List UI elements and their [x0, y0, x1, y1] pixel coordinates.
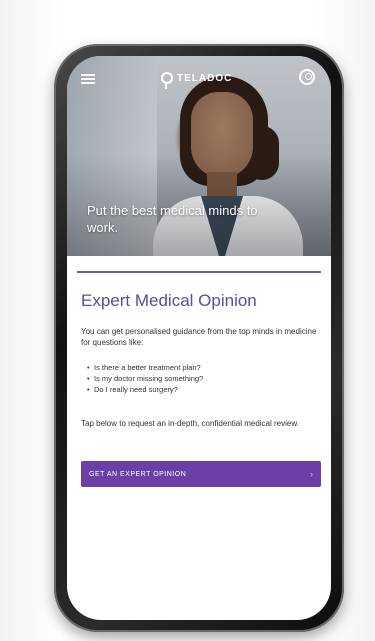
cta-label: GET AN EXPERT OPINION	[89, 470, 187, 478]
list-item: Do I really need surgery?	[87, 384, 313, 395]
page-title: Expert Medical Opinion	[81, 291, 257, 310]
brand-logo[interactable]: TELADOC	[161, 70, 233, 89]
list-item: Is my doctor missing something?	[87, 373, 313, 384]
hamburger-menu-icon[interactable]	[81, 74, 95, 84]
user-account-icon[interactable]	[299, 69, 315, 85]
get-expert-opinion-button[interactable]: GET AN EXPERT OPINION ›	[81, 461, 321, 487]
hero-caption: Put the best medical minds to work.	[87, 203, 258, 235]
list-item: Is there a better treatment plan?	[87, 362, 313, 373]
teladoc-logo-icon	[161, 72, 173, 89]
top-bar: TELADOC	[67, 56, 331, 96]
intro-text: You can get personalised guidance from t…	[81, 327, 317, 347]
phone-frame: TELADOC Put the best medical minds to wo…	[54, 44, 344, 632]
question-list: Is there a better treatment plan? Is my …	[87, 362, 313, 395]
request-text: Tap below to request an in-depth, confid…	[81, 419, 299, 428]
section-divider	[77, 271, 321, 273]
chevron-right-icon: ›	[310, 469, 313, 479]
phone-screen: TELADOC Put the best medical minds to wo…	[67, 56, 331, 620]
hero-image: TELADOC Put the best medical minds to wo…	[67, 56, 331, 256]
brand-name: TELADOC	[177, 72, 233, 84]
stage: TELADOC Put the best medical minds to wo…	[0, 0, 375, 641]
